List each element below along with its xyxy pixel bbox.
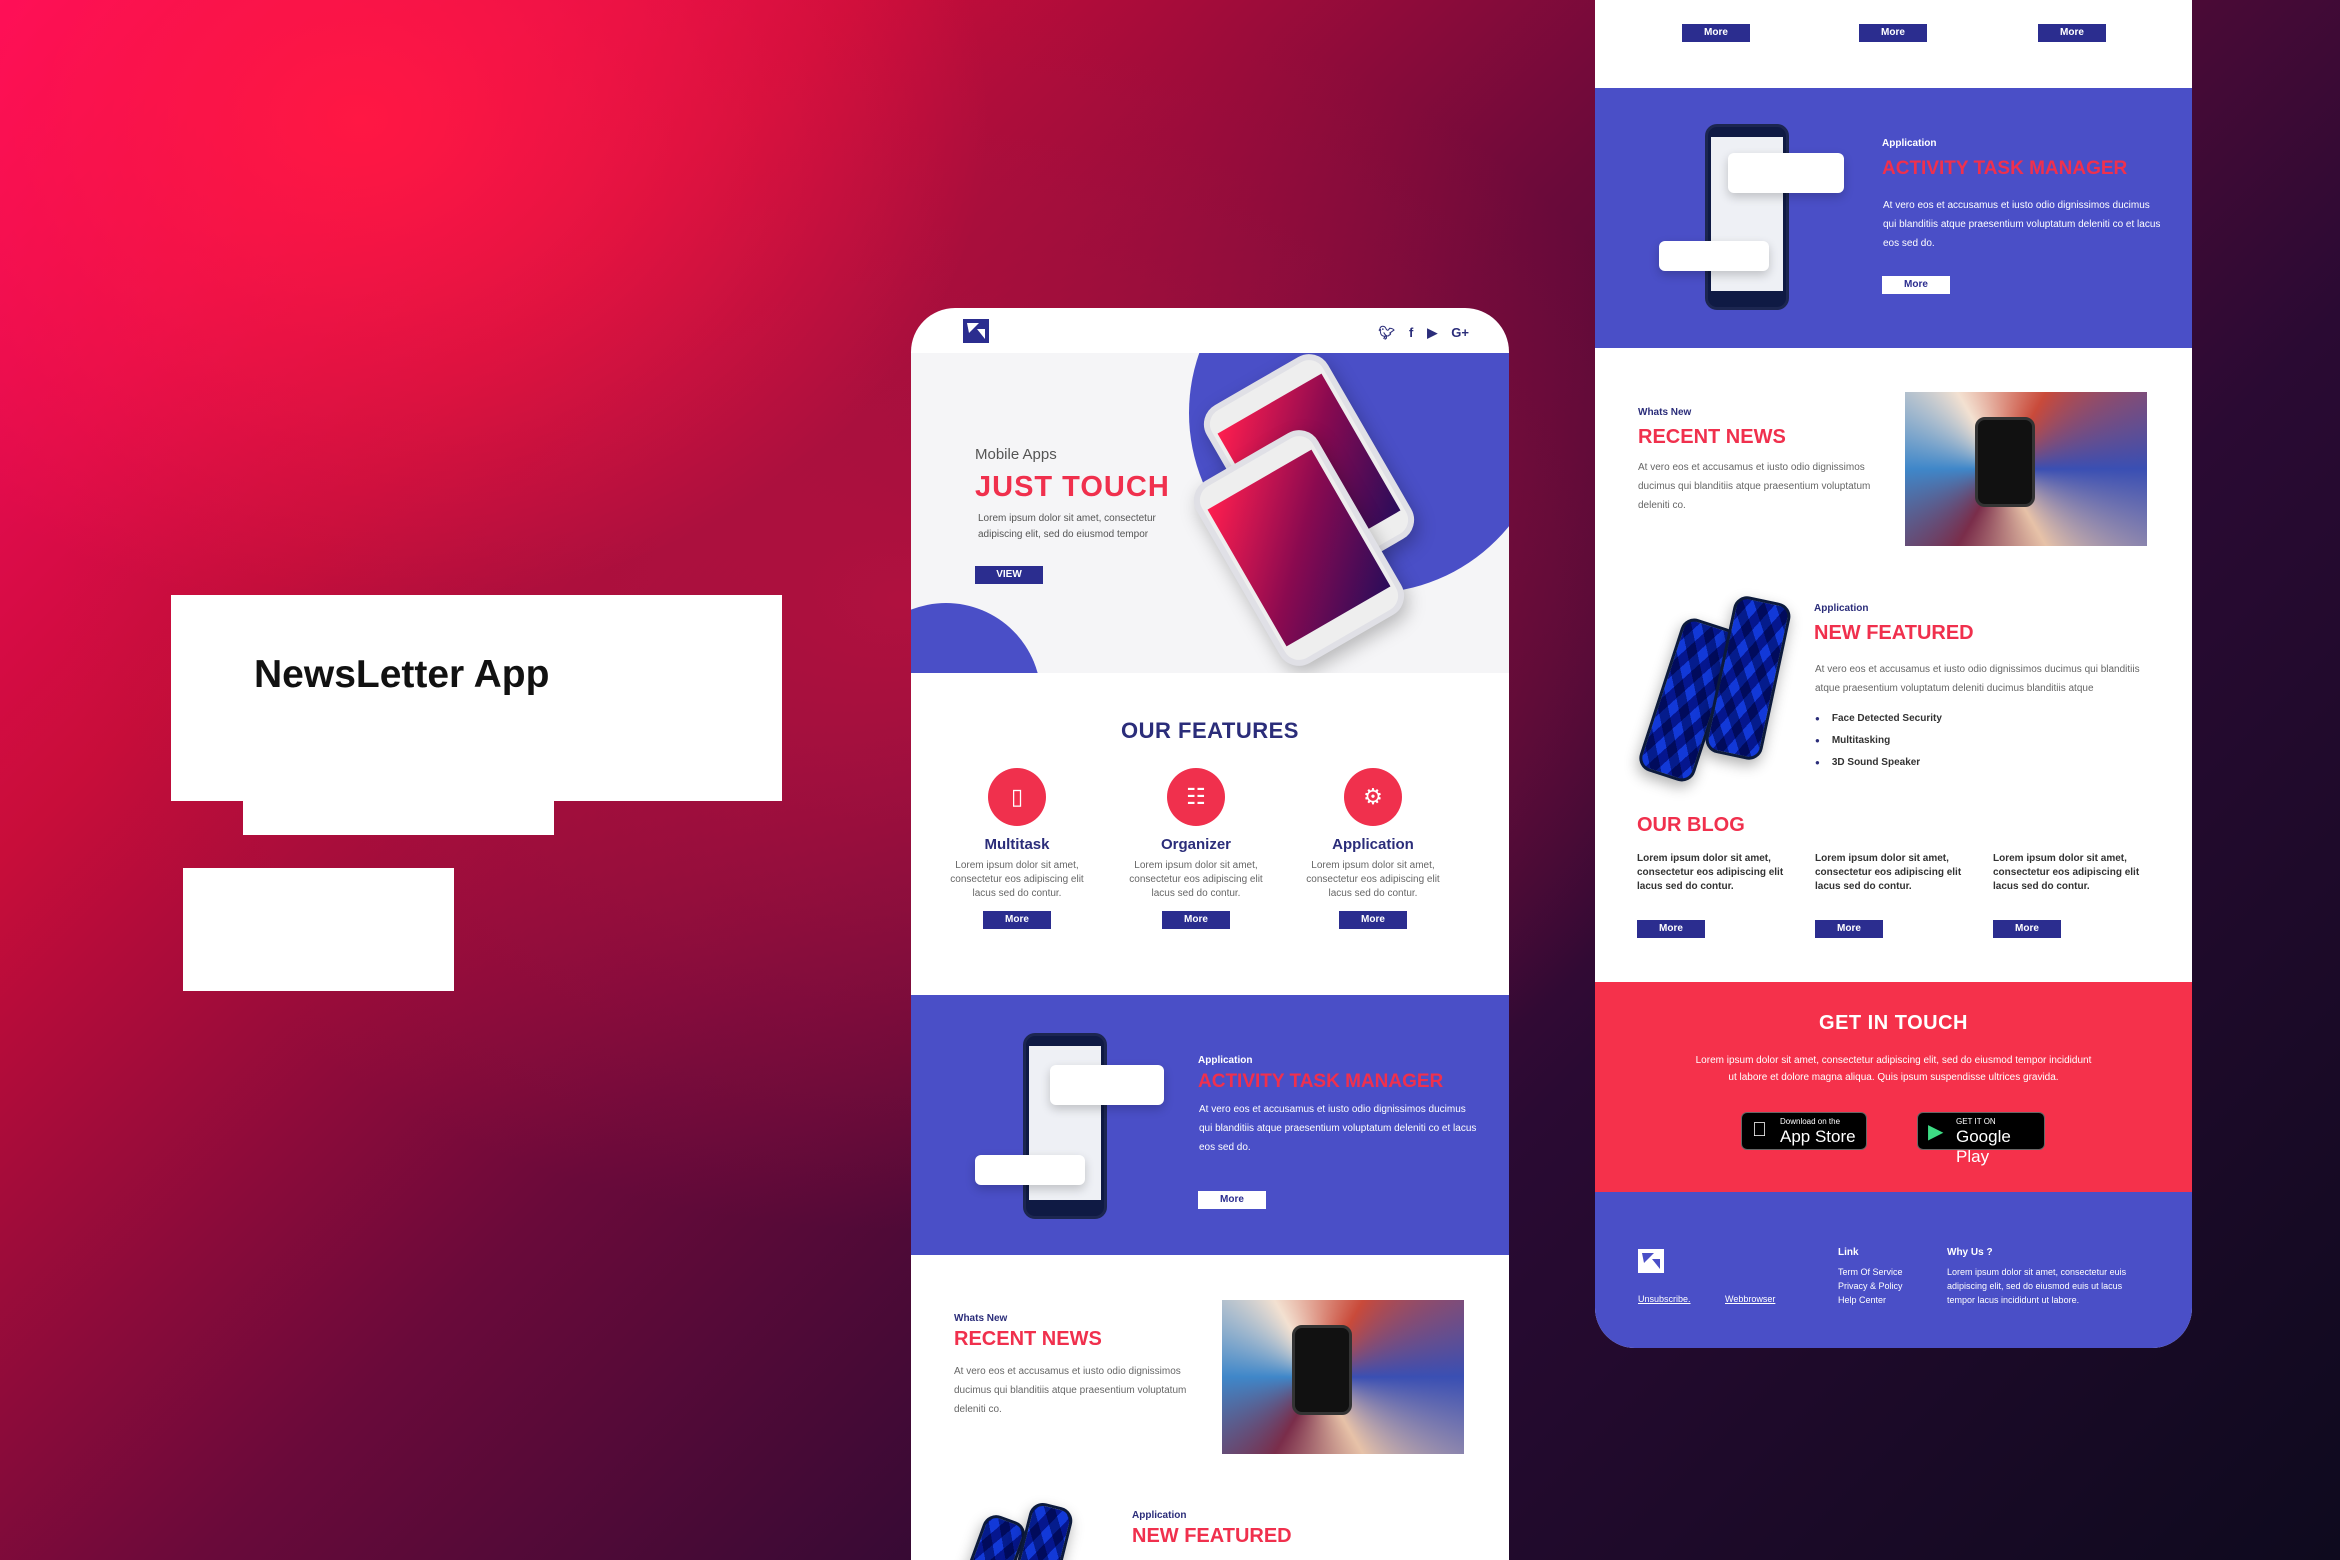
news-image xyxy=(1905,392,2147,546)
social-links: 🐦︎ f ▶ G+ xyxy=(1378,325,1469,341)
newsletter-long-preview: More More More Application ACTIVITY TASK… xyxy=(1595,0,2192,1348)
blank-panel xyxy=(243,790,554,835)
more-button[interactable]: More xyxy=(1162,911,1230,929)
app-store-caption: Download on the xyxy=(1780,1117,1841,1126)
news-image xyxy=(1222,1300,1464,1454)
app-store-button[interactable]:  Download on the App Store xyxy=(1741,1112,1867,1150)
feature-text: Lorem ipsum dolor sit amet, consectetur … xyxy=(1129,860,1263,899)
section-text: At vero eos et accusamus et iusto odio d… xyxy=(1815,664,2140,694)
section-title: ACTIVITY TASK MANAGER xyxy=(1882,158,2128,179)
section-kicker: Whats New xyxy=(1638,407,1692,418)
section-text: At vero eos et accusamus et iusto odio d… xyxy=(1638,462,1871,511)
section-title: NEW FEATURED xyxy=(1132,1525,1292,1547)
get-in-touch-section: GET IN TOUCH Lorem ipsum dolor sit amet,… xyxy=(1595,982,2192,1192)
blog-post-text: Lorem ipsum dolor sit amet, consectetur … xyxy=(1637,853,1784,892)
section-title: NEW FEATURED xyxy=(1814,622,1974,644)
notification-card xyxy=(1050,1065,1164,1105)
feature-card: ⚙ Application Lorem ipsum dolor sit amet… xyxy=(1298,768,1448,929)
play-store-icon: ▶ xyxy=(1928,1121,1944,1143)
section-text: At vero eos et accusamus et iusto odio d… xyxy=(1199,1104,1477,1153)
brand-logo-icon xyxy=(1638,1249,1664,1273)
section-title: ACTIVITY TASK MANAGER xyxy=(1198,1071,1444,1092)
blog-title: OUR BLOG xyxy=(1637,814,1745,836)
more-button[interactable]: More xyxy=(1815,920,1883,938)
feature-title: Organizer xyxy=(1160,836,1232,853)
hero-section: Mobile Apps JUST TOUCH Lorem ipsum dolor… xyxy=(911,353,1509,673)
footer-link-heading: Link xyxy=(1838,1247,1859,1258)
activity-task-manager-section: Application ACTIVITY TASK MANAGER At ver… xyxy=(1595,88,2192,348)
list-item: Face Detected Security xyxy=(1815,708,1942,730)
footer-why-heading: Why Us ? xyxy=(1947,1247,1993,1258)
hero-kicker: Mobile Apps xyxy=(975,446,1057,463)
feature-bullet-list: Face Detected Security Multitasking 3D S… xyxy=(1815,708,1942,774)
notification-card xyxy=(1728,153,1844,193)
section-kicker: Application xyxy=(1198,1055,1253,1066)
inbox-icon: ☷ xyxy=(1167,768,1225,826)
list-item: Multitasking xyxy=(1815,730,1942,752)
term-of-service-link[interactable]: Term Of Service xyxy=(1838,1265,1903,1279)
contact-text: Lorem ipsum dolor sit amet, consectetur … xyxy=(1695,1055,2092,1083)
blog-post-text: Lorem ipsum dolor sit amet, consectetur … xyxy=(1815,853,1962,892)
feature-card: ▯ Multitask Lorem ipsum dolor sit amet, … xyxy=(942,768,1092,929)
newsletter-header: 🐦︎ f ▶ G+ xyxy=(911,308,1509,353)
more-button[interactable]: More xyxy=(1859,24,1927,42)
unsubscribe-link[interactable]: Unsubscribe. xyxy=(1638,1292,1691,1306)
notification-card xyxy=(1659,241,1769,271)
more-button[interactable]: More xyxy=(1882,276,1950,294)
app-store-label: App Store xyxy=(1780,1127,1856,1146)
brand-logo-icon xyxy=(963,319,989,343)
app-screenshot xyxy=(1023,1033,1107,1219)
app-title-card: NewsLetter App xyxy=(171,595,782,801)
view-button[interactable]: VIEW xyxy=(975,566,1043,584)
facebook-icon[interactable]: f xyxy=(1409,325,1413,341)
list-item: 3D Sound Speaker xyxy=(1815,752,1942,774)
section-title: RECENT NEWS xyxy=(954,1328,1102,1350)
phone-icon: ▯ xyxy=(988,768,1046,826)
app-screenshot xyxy=(1705,124,1789,310)
section-kicker: Application xyxy=(1814,603,1869,614)
hero-shape xyxy=(911,603,1041,673)
activity-task-manager-section: Application ACTIVITY TASK MANAGER At ver… xyxy=(911,995,1509,1255)
section-text: At vero eos et accusamus et iusto odio d… xyxy=(1883,200,2161,249)
notification-card xyxy=(975,1155,1085,1185)
webbrowser-link[interactable]: Webbrowser xyxy=(1725,1292,1775,1306)
feature-title: Application xyxy=(1332,836,1414,853)
hero-title: JUST TOUCH xyxy=(975,471,1170,503)
hero-text: Lorem ipsum dolor sit amet, consectetur … xyxy=(978,513,1156,540)
google-play-button[interactable]: ▶ GET IT ON Google Play xyxy=(1917,1112,2045,1166)
contact-title: GET IN TOUCH xyxy=(1819,1012,1968,1034)
feature-title: Multitask xyxy=(984,836,1050,853)
apple-icon:  xyxy=(1752,1119,1767,1142)
app-title: NewsLetter App xyxy=(254,653,550,696)
gears-icon: ⚙ xyxy=(1344,768,1402,826)
google-play-label: Google Play xyxy=(1956,1127,2011,1166)
feature-text: Lorem ipsum dolor sit amet, consectetur … xyxy=(1306,860,1440,899)
google-plus-icon[interactable]: G+ xyxy=(1451,325,1469,341)
phone-newsletter-preview: 🐦︎ f ▶ G+ Mobile Apps JUST TOUCH Lorem i… xyxy=(911,308,1509,1560)
more-button[interactable]: More xyxy=(1637,920,1705,938)
youtube-icon[interactable]: ▶ xyxy=(1427,325,1437,341)
more-button[interactable]: More xyxy=(983,911,1051,929)
footer-why-text: Lorem ipsum dolor sit amet, consectetur … xyxy=(1947,1267,2127,1305)
privacy-policy-link[interactable]: Privacy & Policy xyxy=(1838,1279,1903,1293)
more-button[interactable]: More xyxy=(1993,920,2061,938)
more-button[interactable]: More xyxy=(1339,911,1407,929)
more-button[interactable]: More xyxy=(1198,1191,1266,1209)
feature-text: Lorem ipsum dolor sit amet, consectetur … xyxy=(950,860,1084,899)
section-title: RECENT NEWS xyxy=(1638,426,1786,448)
section-kicker: Application xyxy=(1132,1510,1187,1521)
features-title: OUR FEATURES xyxy=(1121,718,1299,743)
help-center-link[interactable]: Help Center xyxy=(1838,1293,1886,1307)
blog-post-text: Lorem ipsum dolor sit amet, consectetur … xyxy=(1993,853,2140,892)
blank-panel-2 xyxy=(183,868,454,991)
section-kicker: Whats New xyxy=(954,1313,1008,1324)
section-text: At vero eos et accusamus et iusto odio d… xyxy=(954,1366,1187,1415)
twitter-icon[interactable]: 🐦︎ xyxy=(1378,325,1395,341)
feature-card: ☷ Organizer Lorem ipsum dolor sit amet, … xyxy=(1121,768,1271,929)
more-button[interactable]: More xyxy=(2038,24,2106,42)
more-button[interactable]: More xyxy=(1682,24,1750,42)
section-kicker: Application xyxy=(1882,138,1937,149)
newsletter-footer: Unsubscribe. Webbrowser Link Term Of Ser… xyxy=(1595,1192,2192,1348)
google-play-caption: GET IT ON xyxy=(1956,1117,1996,1126)
